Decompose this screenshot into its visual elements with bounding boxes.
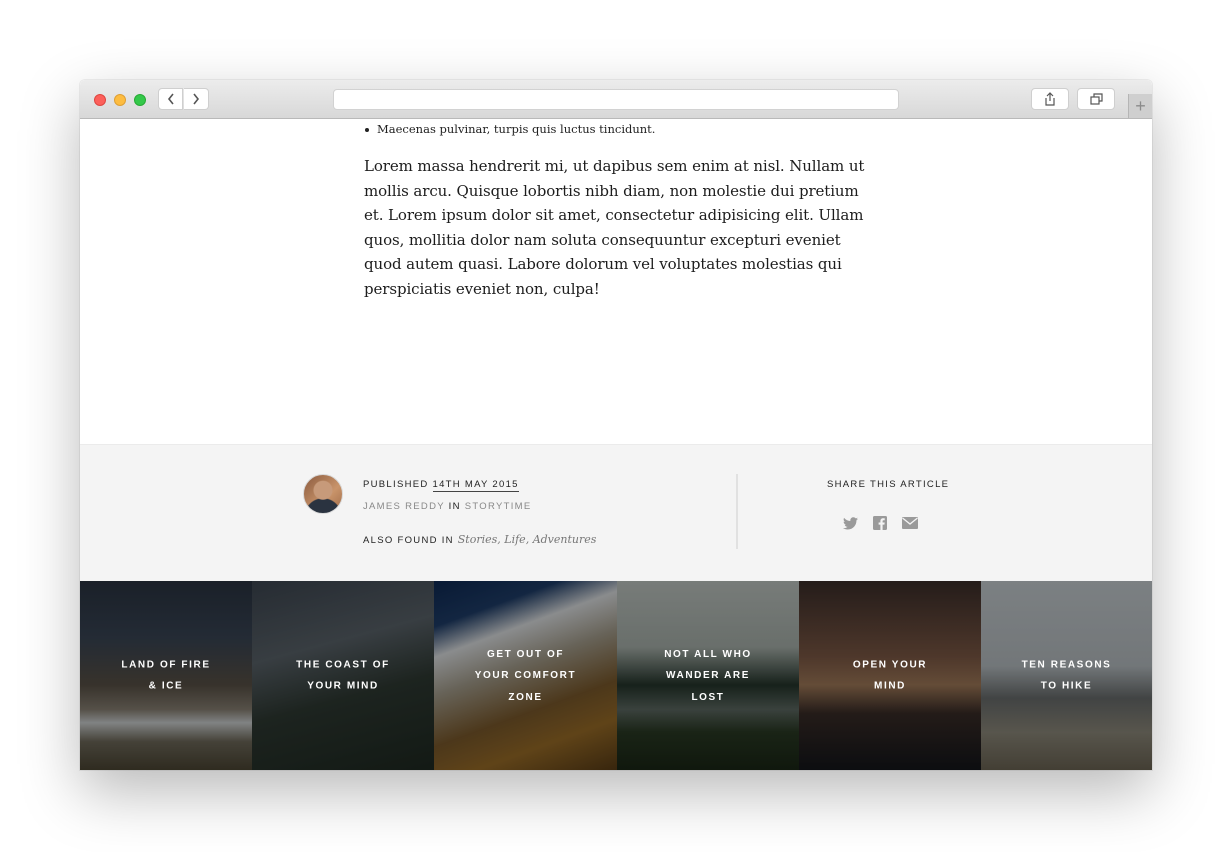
author-line: JAMES REDDY IN STORYTIME	[363, 501, 532, 512]
related-article-tile[interactable]: TEN REASONS TO HIKE	[981, 581, 1152, 770]
share-icons	[842, 515, 918, 531]
share-title: SHARE THIS ARTICLE	[827, 479, 950, 490]
tile-title: GET OUT OF YOUR COMFORT ZONE	[474, 648, 577, 703]
new-tab-button[interactable]: +	[1128, 94, 1152, 118]
author-link[interactable]: JAMES REDDY	[363, 501, 445, 512]
tags-line: ALSO FOUND IN Stories, Life, Adventures	[363, 533, 597, 546]
article-meta-footer: PUBLISHED 14TH MAY 2015 JAMES REDDY IN S…	[80, 444, 1152, 582]
mail-icon[interactable]	[902, 515, 918, 531]
author-avatar[interactable]	[303, 474, 343, 514]
published-date-link[interactable]: 14TH MAY 2015	[432, 479, 519, 492]
browser-toolbar: +	[80, 80, 1152, 119]
published-label: PUBLISHED	[363, 479, 429, 490]
tile-title: NOT ALL WHO WANDER ARE LOST	[664, 648, 752, 703]
tile-title: THE COAST OF YOUR MIND	[296, 659, 390, 692]
meta-divider	[736, 474, 738, 549]
related-articles: LAND OF FIRE & ICE THE COAST OF YOUR MIN…	[80, 581, 1152, 770]
share-button[interactable]	[1031, 88, 1069, 110]
tag-link[interactable]: Life	[504, 533, 525, 546]
category-link[interactable]: STORYTIME	[465, 501, 532, 512]
related-article-tile[interactable]: NOT ALL WHO WANDER ARE LOST	[617, 581, 799, 770]
browser-window: + Maecenas pulvinar, turpis quis luctus …	[80, 80, 1152, 770]
minimize-window-button[interactable]	[114, 94, 126, 106]
chevron-left-icon	[167, 93, 174, 105]
show-tabs-button[interactable]	[1077, 88, 1115, 110]
related-article-tile[interactable]: THE COAST OF YOUR MIND	[252, 581, 434, 770]
tile-title: TEN REASONS TO HIKE	[1021, 659, 1112, 692]
tile-title: OPEN YOUR MIND	[852, 659, 928, 692]
also-found-label: ALSO FOUND IN	[363, 535, 454, 546]
in-label: IN	[448, 501, 461, 512]
tabs-icon	[1089, 93, 1103, 105]
chevron-right-icon	[193, 93, 200, 105]
plus-icon: +	[1135, 95, 1146, 116]
related-article-tile[interactable]: GET OUT OF YOUR COMFORT ZONE	[434, 581, 617, 770]
close-window-button[interactable]	[94, 94, 106, 106]
twitter-icon[interactable]	[842, 515, 858, 531]
article-paragraph: Lorem massa hendrerit mi, ut dapibus sem…	[364, 157, 865, 298]
tag-link[interactable]: Stories	[458, 533, 498, 546]
forward-button[interactable]	[184, 88, 209, 110]
zoom-window-button[interactable]	[134, 94, 146, 106]
related-article-tile[interactable]: OPEN YOUR MIND	[799, 581, 981, 770]
tile-title: LAND OF FIRE & ICE	[121, 659, 211, 692]
tag-link[interactable]: Adventures	[533, 533, 597, 546]
facebook-icon[interactable]	[872, 515, 888, 531]
back-button[interactable]	[158, 88, 183, 110]
published-line: PUBLISHED 14TH MAY 2015	[363, 479, 519, 492]
list-item: Maecenas pulvinar, turpis quis luctus ti…	[364, 122, 656, 136]
related-article-tile[interactable]: LAND OF FIRE & ICE	[80, 581, 252, 770]
address-bar[interactable]	[333, 89, 899, 110]
share-icon	[1045, 92, 1055, 106]
